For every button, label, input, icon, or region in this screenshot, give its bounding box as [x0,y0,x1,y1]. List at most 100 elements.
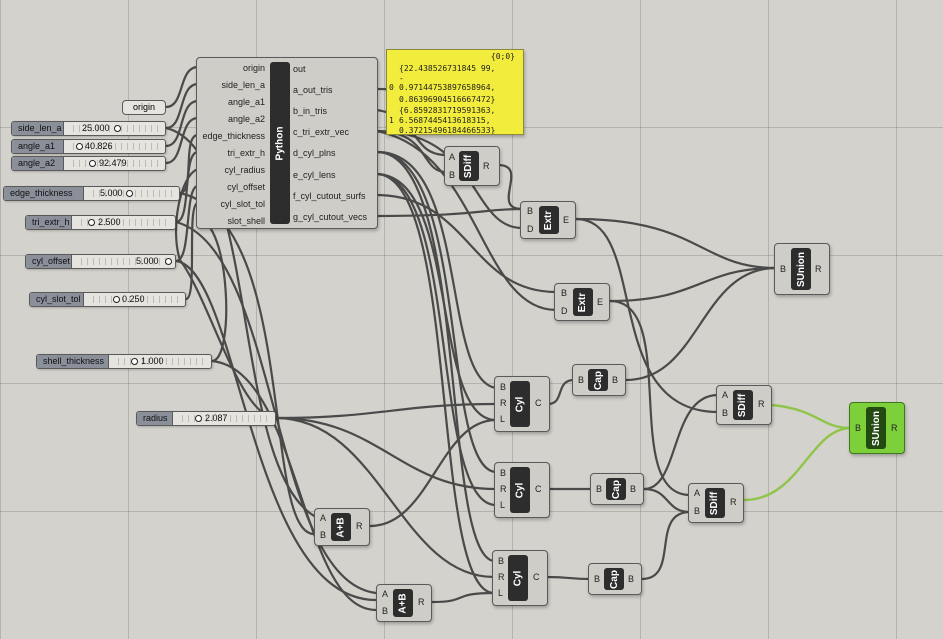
slider-cyl-offset[interactable]: cyl_offset 5.000 [25,254,176,269]
grasshopper-canvas[interactable]: Python origin side_len_a angle_a1 angle_… [0,0,943,639]
input-b[interactable]: B [382,606,388,617]
slider-radius[interactable]: radius 2.087 [136,411,276,426]
python-nickname: Python [270,62,290,224]
input-b[interactable]: B [449,170,455,181]
output-r[interactable]: R [483,161,490,172]
python-input-side-len-a[interactable]: side_len_a [221,80,265,91]
solid-difference-component[interactable]: A B SDiff R [716,385,772,425]
output-b[interactable]: B [612,375,618,386]
slider-knob[interactable] [165,258,172,265]
cap-component[interactable]: B Cap B [590,473,644,505]
python-input-cyl-slot-tol[interactable]: cyl_slot_tol [220,199,265,210]
input-b[interactable]: B [578,375,584,386]
input-r[interactable]: R [498,572,505,583]
python-input-tri-extr-h[interactable]: tri_extr_h [227,148,265,159]
python-input-edge-thickness[interactable]: edge_thickness [202,131,265,142]
input-b[interactable]: B [320,530,326,541]
python-output-out[interactable]: out [293,64,306,75]
slider-side-len-a[interactable]: side_len_a 25.000 [11,121,166,136]
input-b[interactable]: B [527,206,533,217]
input-l[interactable]: L [500,500,505,511]
input-b[interactable]: B [722,408,728,419]
extrude-component[interactable]: B D Extr E [554,283,610,321]
python-output-b-in-tris[interactable]: b_in_tris [293,106,327,117]
slider-knob[interactable] [126,190,133,197]
input-b[interactable]: B [561,288,567,299]
input-d[interactable]: D [561,306,568,317]
solid-union-final-component[interactable]: B SUnion R [849,402,905,454]
cylinder-component[interactable]: B R L Cyl C [494,376,550,432]
input-a[interactable]: A [694,488,700,499]
output-c[interactable]: C [535,398,542,409]
slider-shell-thickness[interactable]: shell_thickness 1.000 [36,354,212,369]
output-panel[interactable]: {0;0} 0 1 {22.438526731845 99, - 0.97144… [386,49,524,135]
input-l[interactable]: L [500,414,505,425]
slider-edge-thickness[interactable]: edge_thickness 5.000 [3,186,180,201]
solid-difference-component[interactable]: A B SDiff R [688,483,744,523]
input-b[interactable]: B [596,484,602,495]
slider-angle-a1[interactable]: angle_a1 40.826 [11,139,166,154]
output-r[interactable]: R [730,497,737,508]
cap-component[interactable]: B Cap B [588,563,642,595]
slider-knob[interactable] [195,415,202,422]
python-input-slot-shell[interactable]: slot_shell [227,216,265,227]
input-r[interactable]: R [500,398,507,409]
output-r[interactable]: R [418,597,425,608]
output-e[interactable]: E [597,297,603,308]
python-input-angle-a2[interactable]: angle_a2 [228,114,265,125]
output-r[interactable]: R [891,423,898,434]
input-a[interactable]: A [449,152,455,163]
output-c[interactable]: C [535,484,542,495]
origin-param[interactable]: origin [122,100,166,115]
python-output-c-tri-extr-vec[interactable]: c_tri_extr_vec [293,127,349,138]
python-output-g-cyl-cutout-vecs[interactable]: g_cyl_cutout_vecs [293,212,367,223]
input-a[interactable]: A [320,513,326,524]
python-input-angle-a1[interactable]: angle_a1 [228,97,265,108]
input-a[interactable]: A [382,589,388,600]
output-b[interactable]: B [628,574,634,585]
input-b[interactable]: B [498,556,504,567]
input-b[interactable]: B [780,264,786,275]
input-b[interactable]: B [594,574,600,585]
cap-component[interactable]: B Cap B [572,364,626,396]
python-output-a-out-tris[interactable]: a_out_tris [293,85,333,96]
slider-knob[interactable] [89,160,96,167]
output-r[interactable]: R [758,399,765,410]
slider-knob[interactable] [131,358,138,365]
output-e[interactable]: E [563,215,569,226]
slider-angle-a2[interactable]: angle_a2 92.479 [11,156,166,171]
python-output-d-cyl-plns[interactable]: d_cyl_plns [293,148,336,159]
slider-value: 1.000 [141,356,164,366]
input-r[interactable]: R [500,484,507,495]
input-l[interactable]: L [498,588,503,599]
output-r[interactable]: R [356,521,363,532]
python-output-e-cyl-lens[interactable]: e_cyl_lens [293,170,336,181]
addition-component[interactable]: A B A+B R [376,584,432,622]
output-r[interactable]: R [815,264,822,275]
python-input-cyl-radius[interactable]: cyl_radius [224,165,265,176]
slider-knob[interactable] [114,125,121,132]
slider-knob[interactable] [76,143,83,150]
input-b[interactable]: B [855,423,861,434]
input-b[interactable]: B [500,468,506,479]
input-d[interactable]: D [527,224,534,235]
addition-component[interactable]: A B A+B R [314,508,370,546]
output-b[interactable]: B [630,484,636,495]
solid-difference-component[interactable]: A B SDiff R [444,146,500,186]
cylinder-component[interactable]: B R L Cyl C [492,550,548,606]
output-c[interactable]: C [533,572,540,583]
input-b[interactable]: B [500,382,506,393]
extrude-component[interactable]: B D Extr E [520,201,576,239]
input-b[interactable]: B [694,506,700,517]
python-input-cyl-offset[interactable]: cyl_offset [227,182,265,193]
slider-cyl-slot-tol[interactable]: cyl_slot_tol 0.250 [29,292,186,307]
python-component[interactable]: Python origin side_len_a angle_a1 angle_… [196,57,378,229]
solid-union-component[interactable]: B SUnion R [774,243,830,295]
input-a[interactable]: A [722,390,728,401]
slider-tri-extr-h[interactable]: tri_extr_h 2.500 [25,215,176,230]
slider-knob[interactable] [113,296,120,303]
slider-knob[interactable] [88,219,95,226]
cylinder-component[interactable]: B R L Cyl C [494,462,550,518]
python-output-f-cyl-cutout-surfs[interactable]: f_cyl_cutout_surfs [293,191,366,202]
python-input-origin[interactable]: origin [243,63,265,74]
